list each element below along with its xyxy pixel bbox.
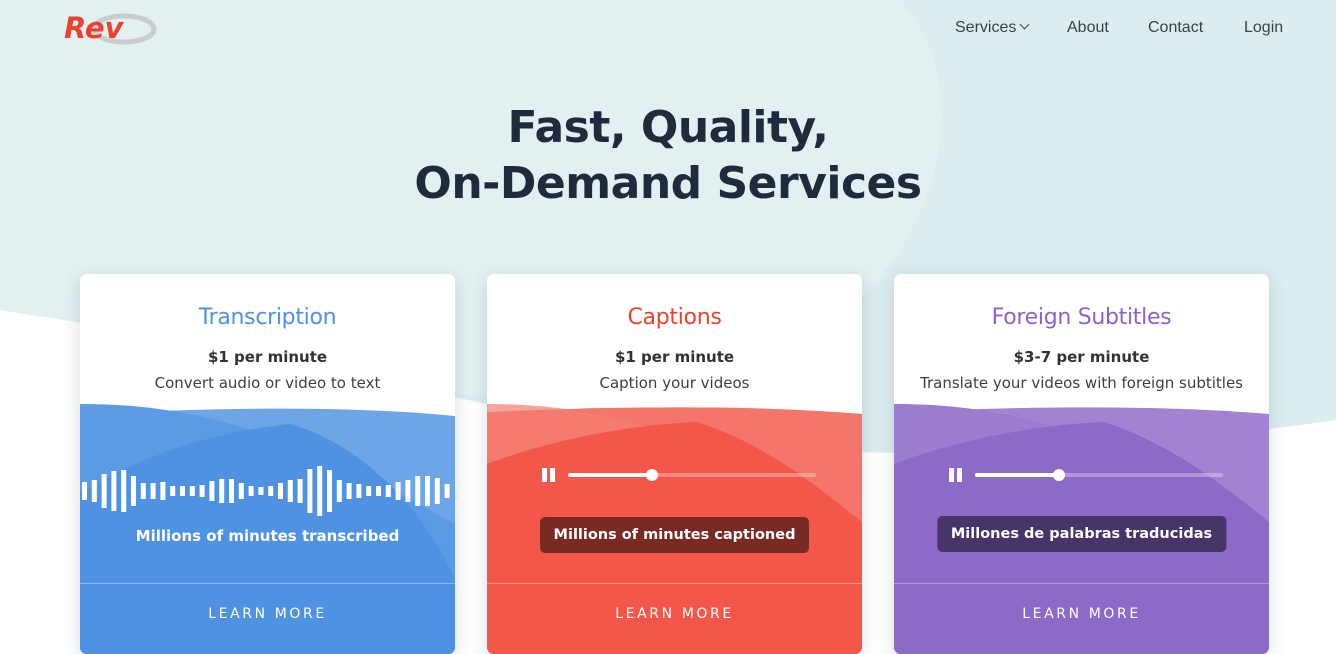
waveform-bar [258,487,264,495]
waveform-bar [307,469,313,513]
waveform-bar [170,486,176,496]
waveform-bar [189,486,195,496]
waveform-bar [219,479,225,503]
learn-more-button[interactable]: LEARN MORE [80,584,455,644]
video-player [542,467,817,483]
caption-box: Millones de palabras traducidas [936,516,1227,552]
waveform-bar [297,479,303,503]
waveform-bar [336,480,342,502]
progress-thumb[interactable] [646,469,659,481]
waveform-bar [209,481,215,501]
waveform-bar [287,480,293,502]
hero-title-line-2: On-Demand Services [414,158,922,209]
waveform-bar [425,476,430,506]
waveform-bar [180,486,185,496]
nav-contact[interactable]: Contact [1148,19,1203,37]
progress-fill [568,473,653,477]
caption-box: Millions of minutes captioned [539,517,810,553]
waveform-bar [91,480,97,502]
waveform-bar [82,482,87,500]
waveform-bar [366,486,372,496]
card-price: $1 per minute [207,348,328,366]
progress-slider[interactable] [975,469,1223,481]
card-title: Foreign Subtitles [991,305,1172,330]
waveform-bar [327,470,332,512]
card-description: Caption your videos [599,374,750,392]
site-header: Rev Services About Contact Login [0,0,1336,60]
waveform-bar [405,480,411,502]
chevron-down-icon [1019,19,1030,30]
card-price: $3-7 per minute [1013,348,1150,366]
waveform-bar [101,474,107,508]
service-card-foreign-subtitles: Foreign Subtitles $3-7 per minute Transl… [894,274,1269,654]
waveform-bar [268,486,274,496]
waveform-bar [346,483,352,499]
waveform-bar [317,466,323,516]
waveform-bar [248,486,254,496]
waveform-bar [150,483,156,499]
nav-login[interactable]: Login [1244,19,1283,37]
logo-text: Rev [64,11,125,45]
rev-logo[interactable]: Rev [62,8,158,48]
service-card-captions: Captions $1 per minute Caption your vide… [487,274,862,654]
card-caption: Millions of minutes transcribed [135,527,400,545]
waveform-bar [415,476,421,506]
nav-services[interactable]: Services [955,19,1030,37]
waveform-bar [199,485,205,497]
waveform-bar [395,482,401,500]
card-description: Convert audio or video to text [154,374,381,392]
waveform-bar [229,479,234,503]
waveform-bar [121,470,127,512]
waveform-bar [140,483,146,499]
card-price: $1 per minute [614,348,735,366]
waveform-bar [444,484,450,498]
card-description: Translate your videos with foreign subti… [920,374,1243,392]
waveform-bar [385,485,391,497]
nav-about[interactable]: About [1067,19,1109,37]
progress-fill [975,473,1060,477]
progress-thumb[interactable] [1053,469,1066,481]
video-player [949,467,1224,483]
waveform-bar [238,483,244,499]
waveform-bar [434,478,440,504]
learn-more-button[interactable]: LEARN MORE [487,584,862,644]
service-card-transcription: Transcription $1 per minute Convert audi… [80,274,455,654]
nav-services-label: Services [955,19,1017,36]
pause-icon[interactable] [542,468,555,482]
card-title: Captions [627,305,722,330]
waveform-bar [131,476,136,506]
hero-heading: Fast, Quality, On-Demand Services [0,100,1336,212]
waveform-bar [278,483,283,499]
card-title: Transcription [198,305,337,330]
learn-more-button[interactable]: LEARN MORE [894,584,1269,644]
waveform-bar [356,484,362,498]
waveform-bar [376,486,381,496]
progress-slider[interactable] [568,469,816,481]
pause-icon[interactable] [949,468,962,482]
hero-title-line-1: Fast, Quality, [507,102,829,153]
waveform-bar [111,471,117,511]
waveform-bar [160,482,166,500]
